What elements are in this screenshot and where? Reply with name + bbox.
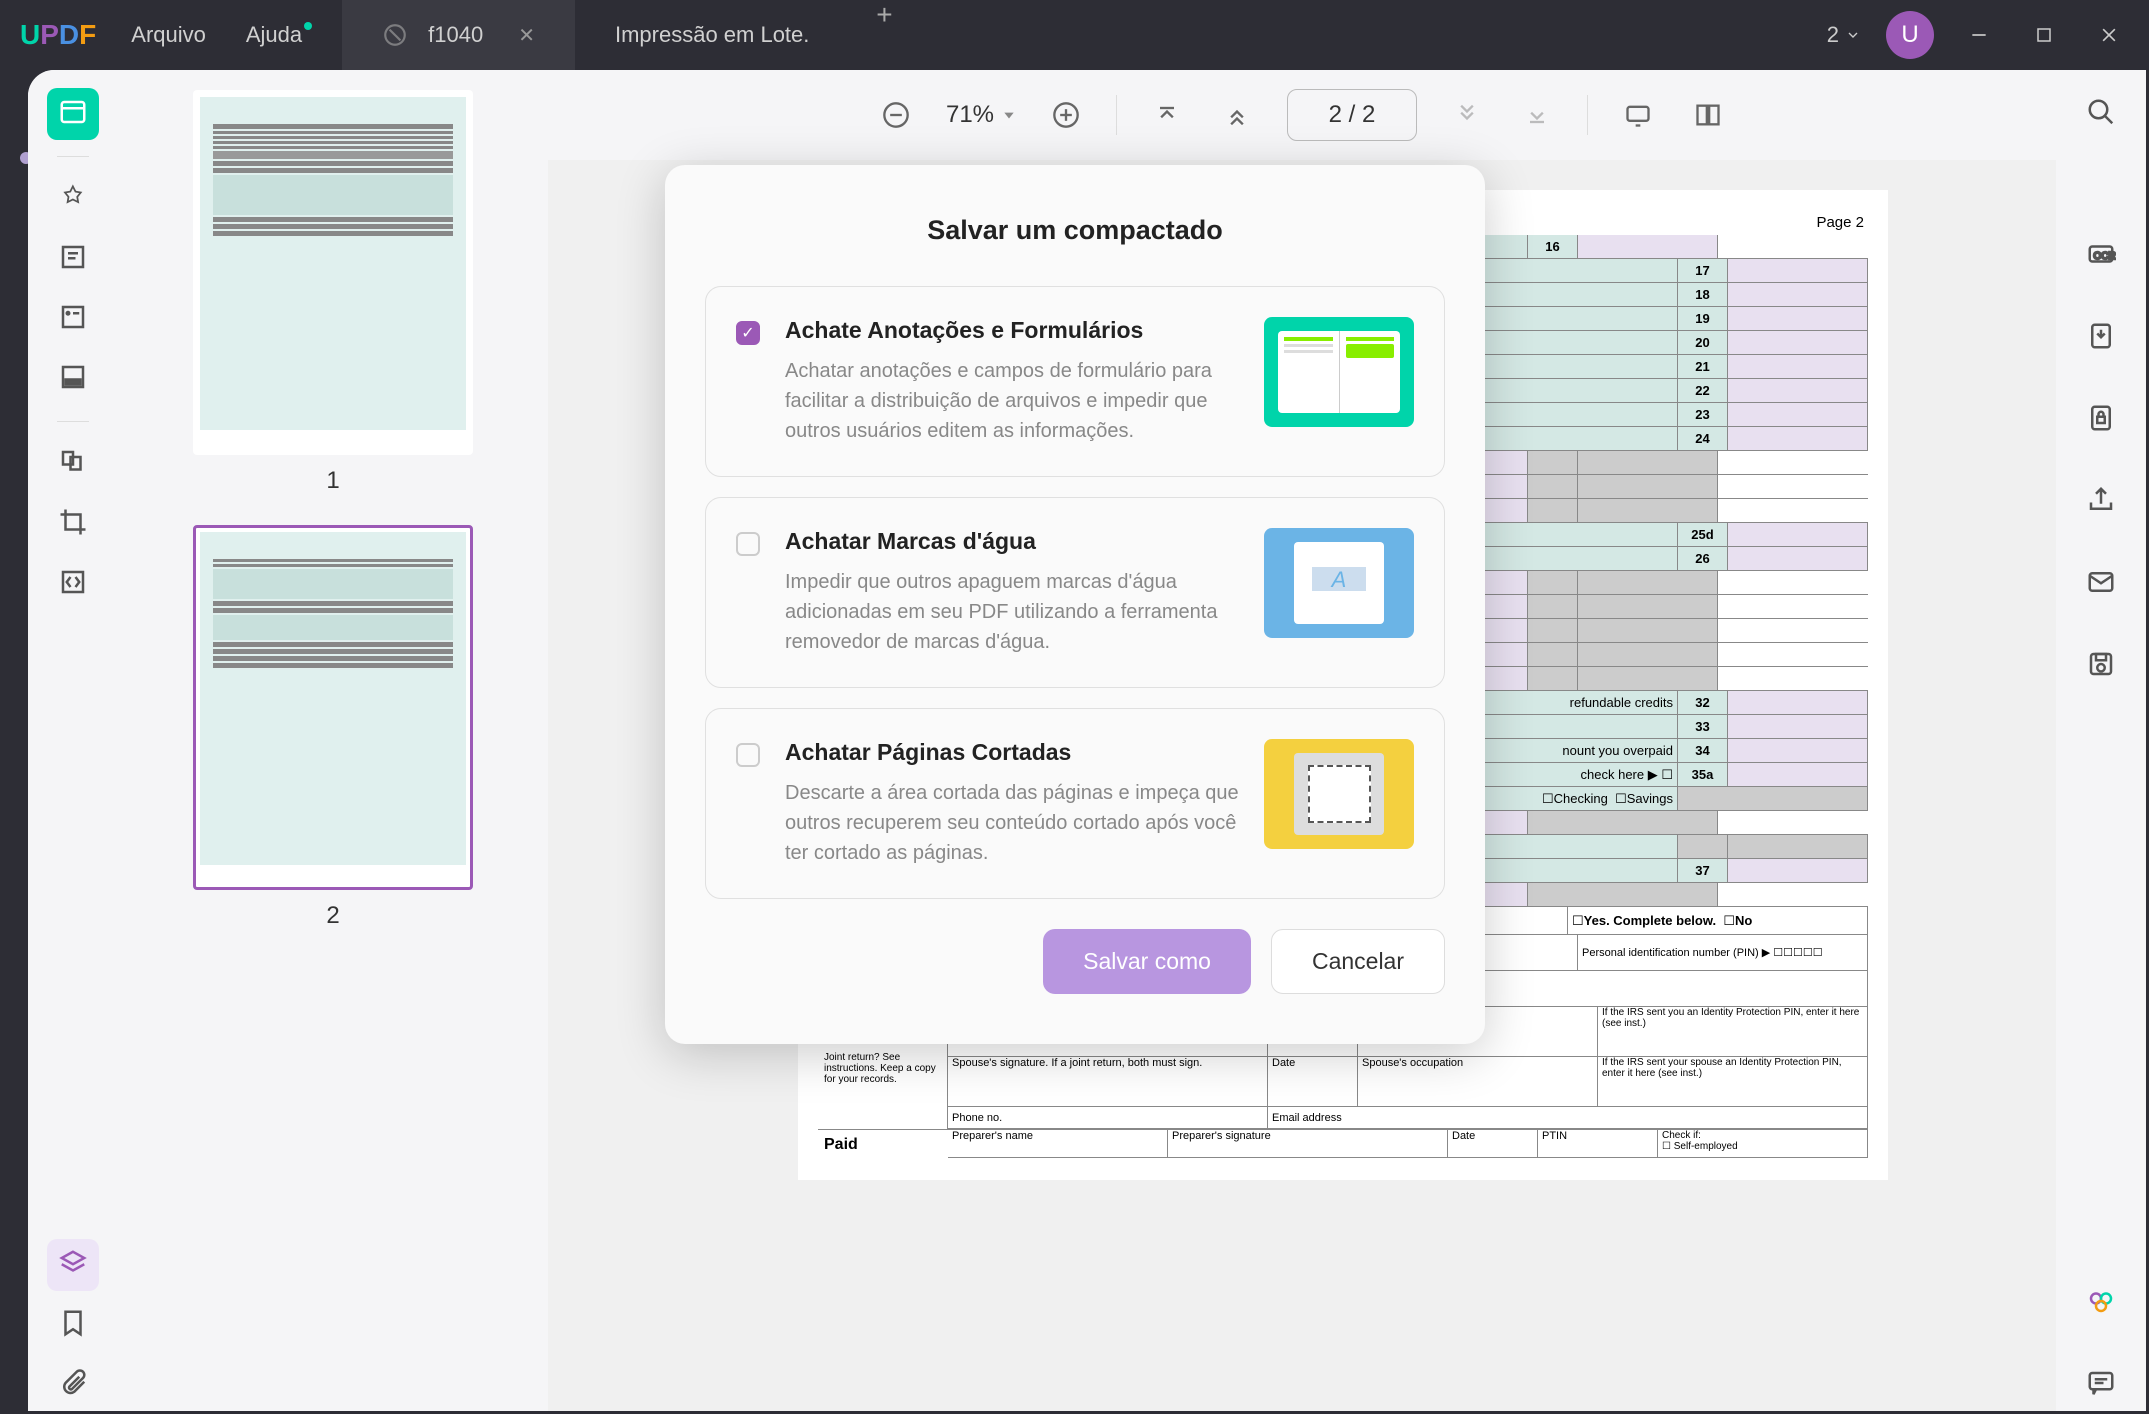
tab-title: f1040 — [428, 22, 483, 48]
thumb-2-number: 2 — [138, 902, 528, 930]
tab-title-2: Impressão em Lote. — [615, 22, 809, 48]
edit-text-button[interactable] — [47, 233, 99, 285]
app-logo: UPDF — [20, 19, 96, 51]
maximize-button[interactable] — [2024, 15, 2064, 55]
close-button[interactable] — [2089, 15, 2129, 55]
option-desc: Impedir que outros apaguem marcas d'água… — [785, 567, 1239, 657]
tab-f1040[interactable]: f1040 ✕ — [342, 0, 575, 70]
zoom-in-button[interactable] — [1046, 95, 1086, 135]
attach-button[interactable] — [47, 1359, 99, 1411]
presentation-button[interactable] — [1618, 95, 1658, 135]
tab-close-icon[interactable]: ✕ — [518, 23, 535, 48]
option-cropped[interactable]: Achatar Páginas Cortadas Descarte a área… — [705, 708, 1445, 899]
checkbox-cropped[interactable] — [736, 743, 760, 767]
tab-doc-icon — [382, 22, 408, 48]
search-button[interactable] — [2075, 88, 2127, 140]
share-button[interactable] — [2075, 476, 2127, 528]
add-tab-button[interactable]: + — [869, 0, 899, 30]
menu-help[interactable]: Ajuda — [246, 22, 302, 48]
option-desc: Descarte a área cortada das páginas e im… — [785, 778, 1239, 868]
first-page-button[interactable] — [1147, 95, 1187, 135]
option-art-icon — [1264, 739, 1414, 849]
redact-button[interactable] — [47, 353, 99, 405]
left-toolbar — [28, 70, 118, 1411]
convert-button[interactable] — [2075, 312, 2127, 364]
organize-pages-button[interactable] — [47, 438, 99, 490]
tab-batch-print[interactable]: Impressão em Lote. — [575, 0, 849, 70]
thumbnail-1[interactable]: 1 — [138, 90, 528, 495]
last-page-button[interactable] — [1517, 95, 1557, 135]
thumb-1-number: 1 — [138, 467, 528, 495]
dialog-title: Salvar um compactado — [705, 215, 1445, 246]
protect-button[interactable] — [2075, 394, 2127, 446]
titlebar: UPDF Arquivo Ajuda f1040 ✕ Impressão em … — [0, 0, 2149, 70]
option-title: Achatar Páginas Cortadas — [785, 739, 1239, 766]
minimize-button[interactable] — [1959, 15, 1999, 55]
prev-page-button[interactable] — [1217, 95, 1257, 135]
option-title: Achatar Marcas d'água — [785, 528, 1239, 555]
save-button[interactable] — [2075, 640, 2127, 692]
ai-button[interactable] — [2075, 1277, 2127, 1329]
next-page-button[interactable] — [1447, 95, 1487, 135]
notification-badge[interactable]: 2 — [1827, 22, 1861, 48]
compress-button[interactable] — [47, 558, 99, 610]
option-art-icon — [1264, 317, 1414, 427]
document-toolbar: 71% 2 / 2 — [548, 70, 2056, 160]
email-button[interactable] — [2075, 558, 2127, 610]
thumbnail-2[interactable]: 2 — [138, 525, 528, 930]
menu-file[interactable]: Arquivo — [131, 22, 206, 48]
flatten-dialog: Salvar um compactado ✓ Achate Anotações … — [665, 165, 1485, 1044]
svg-text:OCR: OCR — [2094, 251, 2116, 262]
right-toolbar: OCR — [2056, 70, 2146, 1411]
checkbox-watermark[interactable] — [736, 532, 760, 556]
thumbnail-panel: 1 2 — [118, 70, 548, 1411]
checkbox-annotations[interactable]: ✓ — [736, 321, 760, 345]
crop-button[interactable] — [47, 498, 99, 550]
option-title: Achate Anotações e Formulários — [785, 317, 1239, 344]
option-watermark[interactable]: Achatar Marcas d'água Impedir que outros… — [705, 497, 1445, 688]
highlight-button[interactable] — [47, 173, 99, 225]
form-button[interactable] — [47, 293, 99, 345]
option-art-icon: A — [1264, 528, 1414, 638]
comment-button[interactable] — [2075, 1359, 2127, 1411]
layers-button[interactable] — [47, 1239, 99, 1291]
view-mode-button[interactable] — [1688, 95, 1728, 135]
zoom-level[interactable]: 71% — [946, 101, 1016, 129]
zoom-out-button[interactable] — [876, 95, 916, 135]
bookmark-button[interactable] — [47, 1299, 99, 1351]
page-indicator[interactable]: 2 / 2 — [1287, 89, 1417, 141]
save-as-button[interactable]: Salvar como — [1043, 929, 1251, 994]
cancel-button[interactable]: Cancelar — [1271, 929, 1445, 994]
option-desc: Achatar anotações e campos de formulário… — [785, 356, 1239, 446]
option-annotations[interactable]: ✓ Achate Anotações e Formulários Achatar… — [705, 286, 1445, 477]
ocr-button[interactable]: OCR — [2075, 230, 2127, 282]
reader-mode-button[interactable] — [47, 88, 99, 140]
user-avatar[interactable]: U — [1886, 11, 1934, 59]
